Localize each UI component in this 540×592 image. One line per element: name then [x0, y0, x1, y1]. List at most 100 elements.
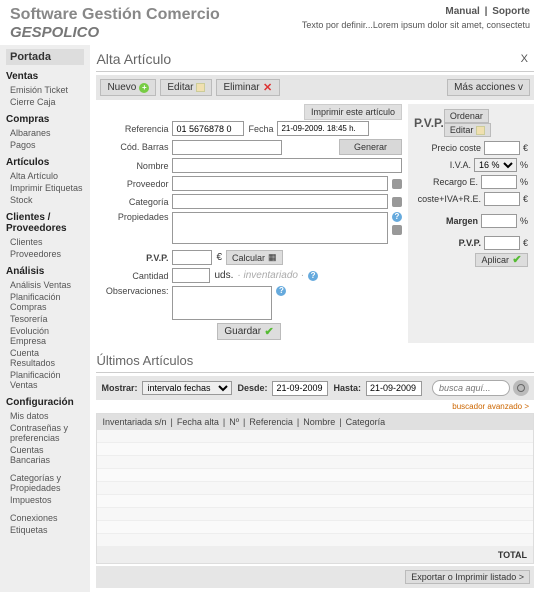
mostrar-select[interactable]: intervalo fechas — [142, 381, 232, 395]
page-title: Alta Artículo — [96, 51, 171, 67]
fecha-input[interactable] — [277, 121, 369, 136]
sidebar-item[interactable]: Categorías y Propiedades — [6, 472, 84, 494]
mas-acciones-button[interactable]: Más acciones v — [447, 79, 530, 96]
column-header[interactable]: Referencia — [249, 417, 293, 427]
editar-button[interactable]: Editar — [160, 79, 212, 96]
sidebar-item[interactable]: Clientes — [6, 236, 84, 248]
nombre-label: Nombre — [96, 161, 168, 171]
toolbar: Nuevo+ Editar Eliminar✕ Más acciones v — [96, 75, 534, 100]
check-icon: ✔ — [264, 327, 274, 337]
sidebar-item[interactable]: Alta Artículo — [6, 170, 84, 182]
add-icon: + — [139, 83, 149, 93]
precio-coste-input[interactable] — [484, 141, 520, 155]
ordenar-button[interactable]: Ordenar — [444, 109, 489, 123]
delete-icon: ✕ — [263, 83, 273, 93]
sidebar-item[interactable]: Análisis Ventas — [6, 279, 84, 291]
sidebar-item[interactable]: Planificación Compras — [6, 291, 84, 313]
info-icon[interactable]: ? — [308, 271, 318, 281]
sidebar-group-title[interactable]: Configuración — [6, 397, 84, 408]
sidebar-item[interactable]: Impuestos — [6, 494, 84, 506]
proveedor-label: Proveedor — [96, 179, 168, 189]
uds-label: uds. — [214, 270, 233, 281]
table-row — [97, 469, 533, 482]
sidebar-item[interactable]: Imprimir Etiquetas — [6, 182, 84, 194]
buscador-avanzado-link[interactable]: buscador avanzado > — [96, 400, 534, 413]
sidebar-item[interactable]: Stock — [6, 194, 84, 206]
sidebar-item[interactable]: Pagos — [6, 139, 84, 151]
aplicar-button[interactable]: Aplicar ✔ — [475, 253, 528, 267]
info-icon[interactable]: ? — [276, 286, 286, 296]
referencia-input[interactable] — [172, 121, 244, 136]
observaciones-input[interactable] — [172, 286, 272, 320]
table-row — [97, 443, 533, 456]
sidebar-group-title[interactable]: Compras — [6, 114, 84, 125]
cantidad-input[interactable] — [172, 268, 210, 283]
sidebar-item[interactable]: Albaranes — [6, 127, 84, 139]
propiedades-input[interactable] — [172, 212, 388, 244]
cantidad-label: Cantidad — [96, 271, 168, 281]
close-icon[interactable]: X — [515, 53, 534, 65]
sidebar-item[interactable]: Etiquetas — [6, 524, 84, 536]
table-row — [97, 456, 533, 469]
search-icon[interactable] — [513, 380, 529, 396]
table-row — [97, 508, 533, 521]
sidebar-portada[interactable]: Portada — [6, 49, 84, 65]
hasta-input[interactable] — [366, 381, 422, 396]
desde-input[interactable] — [272, 381, 328, 396]
sidebar-item[interactable]: Evolución Empresa — [6, 325, 84, 347]
sidebar-item[interactable]: Conexiones — [6, 512, 84, 524]
column-header[interactable]: Nº — [229, 417, 239, 427]
soporte-link[interactable]: Soporte — [492, 6, 530, 17]
nombre-input[interactable] — [172, 158, 402, 173]
search-input[interactable] — [432, 380, 510, 396]
sidebar-group-title[interactable]: Clientes / Proveedores — [6, 212, 84, 234]
exportar-button[interactable]: Exportar o Imprimir listado > — [405, 570, 530, 584]
categoria-input[interactable] — [172, 194, 388, 209]
sidebar-item[interactable]: Cuenta Resultados — [6, 347, 84, 369]
sidebar-item[interactable]: Cuentas Bancarias — [6, 444, 84, 466]
codbarras-input[interactable] — [172, 140, 282, 155]
codbarras-label: Cód. Barras — [96, 142, 168, 152]
sidebar-item[interactable]: Mis datos — [6, 410, 84, 422]
calcular-button[interactable]: Calcular ▦ — [226, 250, 283, 265]
pvp-input[interactable] — [172, 250, 212, 265]
coste-total-input[interactable] — [484, 192, 520, 206]
pvp-editar-button[interactable]: Editar — [444, 123, 492, 137]
sidebar-item[interactable]: Emisión Ticket — [6, 84, 84, 96]
sidebar-group-title[interactable]: Ventas — [6, 71, 84, 82]
table-row — [97, 495, 533, 508]
manual-link[interactable]: Manual — [445, 6, 479, 17]
sidebar-group-title[interactable]: Análisis — [6, 266, 84, 277]
sidebar-item[interactable]: Cierre Caja — [6, 96, 84, 108]
eliminar-button[interactable]: Eliminar✕ — [216, 79, 279, 96]
nuevo-button[interactable]: Nuevo+ — [100, 79, 156, 96]
column-header[interactable]: Nombre — [303, 417, 335, 427]
proveedor-input[interactable] — [172, 176, 388, 191]
column-header[interactable]: Inventariada s/n — [102, 417, 166, 427]
column-header[interactable]: Fecha alta — [177, 417, 219, 427]
database-icon[interactable] — [392, 197, 402, 207]
column-header[interactable]: Categoría — [346, 417, 386, 427]
recargo-input[interactable] — [481, 175, 517, 189]
sidebar-item[interactable]: Tesorería — [6, 313, 84, 325]
ref-label: Referencia — [96, 124, 168, 134]
imprimir-articulo-button[interactable]: Imprimir este artículo — [304, 104, 402, 120]
margen-input[interactable] — [481, 214, 517, 228]
sidebar-item[interactable]: Proveedores — [6, 248, 84, 260]
sidebar-item[interactable]: Contraseñas y preferencias — [6, 422, 84, 444]
sidebar-item[interactable]: Planificación Ventas — [6, 369, 84, 391]
iva-select[interactable]: 16 % — [474, 158, 517, 172]
sidebar: Portada Ventas Emisión TicketCierre Caja C… — [0, 45, 90, 592]
pvp-final-input[interactable] — [484, 236, 520, 250]
table-row — [97, 534, 533, 547]
pvp-panel-title: P.V.P. — [414, 116, 444, 130]
generar-button[interactable]: Generar — [339, 139, 402, 155]
database-icon[interactable] — [392, 225, 402, 235]
guardar-button[interactable]: Guardar✔ — [217, 323, 281, 340]
articles-grid: Inventariada s/n | Fecha alta | Nº | Ref… — [96, 413, 534, 564]
database-icon[interactable] — [392, 179, 402, 189]
pvp-label: P.V.P. — [96, 253, 168, 263]
fecha-label: Fecha — [248, 124, 273, 134]
sidebar-group-title[interactable]: Artículos — [6, 157, 84, 168]
info-icon[interactable]: ? — [392, 212, 402, 222]
